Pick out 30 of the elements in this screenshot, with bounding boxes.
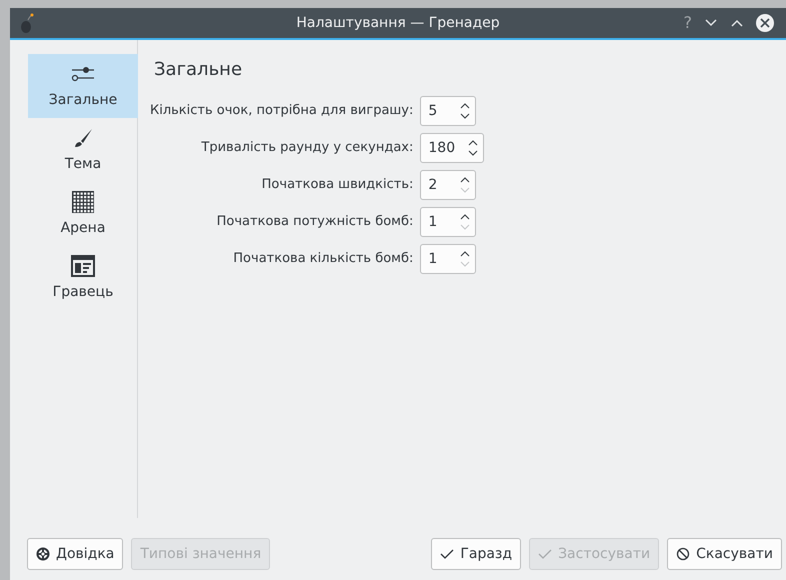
spin-box[interactable]: 1 — [420, 244, 476, 274]
field-label: Тривалість раунду у секундах: — [200, 139, 414, 158]
spin-box[interactable]: 5 — [420, 96, 476, 126]
field-label: Початкова швидкість: — [260, 176, 414, 194]
check-icon — [538, 548, 552, 560]
dialog-button[interactable]: Скасувати — [667, 538, 782, 570]
spin-box[interactable]: 1 — [420, 207, 476, 237]
window-title: Налаштування — Гренадер — [296, 14, 500, 32]
lifebuoy-icon — [36, 547, 50, 561]
minimize-icon[interactable] — [704, 18, 718, 28]
layout-icon — [71, 254, 95, 276]
app-logo-icon — [18, 12, 36, 34]
dialog-button[interactable]: Довідка — [27, 538, 124, 570]
grid-icon — [71, 190, 95, 214]
sliders-icon — [70, 66, 96, 82]
sidebar-item[interactable]: Загальне — [28, 54, 138, 118]
sidebar-item[interactable]: Гравець — [28, 246, 138, 310]
field-label: Початкова потужність бомб: — [216, 213, 414, 232]
field-label: Кількість очок, потрібна для виграшу: — [150, 102, 414, 120]
sidebar-item[interactable]: Арена — [28, 182, 138, 246]
sidebar-item[interactable]: Тема — [28, 118, 138, 182]
spin-box[interactable]: 180 — [420, 133, 484, 163]
close-icon[interactable] — [756, 14, 774, 32]
cancel-icon — [676, 547, 690, 561]
maximize-icon[interactable] — [730, 18, 744, 28]
dialog-button[interactable]: Гаразд — [431, 538, 522, 570]
check-icon — [440, 548, 454, 560]
field-label: Початкова кількість бомб: — [232, 250, 414, 268]
page-heading: Загальне — [154, 58, 244, 82]
spin-box[interactable]: 2 — [420, 170, 476, 200]
